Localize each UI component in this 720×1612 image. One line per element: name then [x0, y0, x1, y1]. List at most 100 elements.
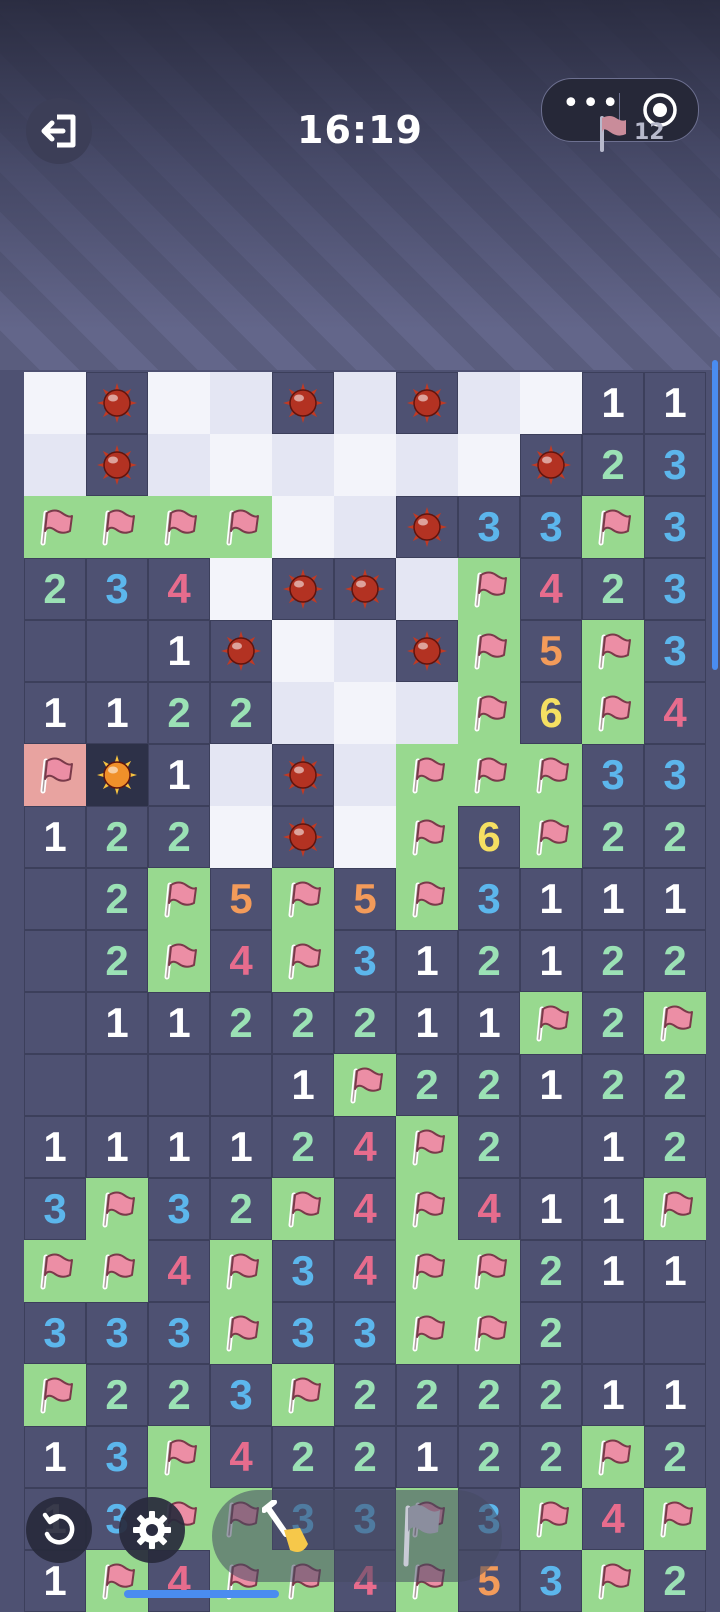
flag-cell[interactable] — [272, 1364, 334, 1426]
number-cell[interactable]: 6 — [520, 682, 582, 744]
number-cell[interactable]: 2 — [644, 1054, 706, 1116]
number-cell[interactable]: 3 — [86, 1302, 148, 1364]
exploded-mine-cell[interactable] — [86, 744, 148, 806]
number-cell[interactable]: 2 — [458, 1054, 520, 1116]
number-cell[interactable]: 1 — [24, 1116, 86, 1178]
flag-cell[interactable] — [582, 496, 644, 558]
number-cell[interactable]: 2 — [272, 1426, 334, 1488]
number-cell[interactable]: 4 — [210, 930, 272, 992]
covered-cell[interactable] — [148, 372, 210, 434]
number-cell[interactable]: 1 — [582, 868, 644, 930]
number-cell[interactable]: 1 — [148, 1116, 210, 1178]
number-cell[interactable]: 1 — [644, 372, 706, 434]
covered-cell[interactable] — [210, 806, 272, 868]
number-cell[interactable]: 2 — [210, 682, 272, 744]
flag-cell[interactable] — [458, 682, 520, 744]
flag-cell[interactable] — [458, 558, 520, 620]
number-cell[interactable]: 1 — [396, 1426, 458, 1488]
mine-cell[interactable] — [520, 434, 582, 496]
number-cell[interactable]: 1 — [644, 1240, 706, 1302]
number-cell[interactable]: 1 — [24, 682, 86, 744]
number-cell[interactable]: 2 — [520, 1240, 582, 1302]
flag-cell[interactable] — [520, 992, 582, 1054]
number-cell[interactable]: 4 — [644, 682, 706, 744]
number-cell[interactable]: 2 — [582, 930, 644, 992]
number-cell[interactable]: 3 — [644, 434, 706, 496]
covered-cell[interactable] — [148, 434, 210, 496]
mine-cell[interactable] — [396, 620, 458, 682]
covered-cell[interactable] — [520, 372, 582, 434]
flag-cell[interactable] — [396, 806, 458, 868]
flag-cell[interactable] — [272, 1178, 334, 1240]
covered-cell[interactable] — [334, 682, 396, 744]
number-cell[interactable]: 2 — [644, 1116, 706, 1178]
covered-cell[interactable] — [396, 558, 458, 620]
flag-cell[interactable] — [24, 1364, 86, 1426]
flag-cell[interactable] — [396, 1178, 458, 1240]
covered-cell[interactable] — [210, 744, 272, 806]
number-cell[interactable]: 3 — [272, 1240, 334, 1302]
number-cell[interactable]: 2 — [644, 806, 706, 868]
flag-cell[interactable] — [458, 1240, 520, 1302]
number-cell[interactable]: 1 — [24, 806, 86, 868]
number-cell[interactable]: 6 — [458, 806, 520, 868]
flag-cell[interactable] — [24, 496, 86, 558]
number-cell[interactable]: 1 — [644, 868, 706, 930]
number-cell[interactable]: 2 — [582, 434, 644, 496]
number-cell[interactable]: 2 — [582, 806, 644, 868]
number-cell[interactable]: 2 — [582, 992, 644, 1054]
covered-cell[interactable] — [458, 434, 520, 496]
number-cell[interactable]: 2 — [334, 992, 396, 1054]
number-cell[interactable]: 2 — [458, 1116, 520, 1178]
mine-cell[interactable] — [334, 558, 396, 620]
number-cell[interactable]: 4 — [520, 558, 582, 620]
flag-cell[interactable] — [458, 620, 520, 682]
empty-cell[interactable] — [582, 1302, 644, 1364]
number-cell[interactable]: 1 — [396, 930, 458, 992]
number-cell[interactable]: 1 — [396, 992, 458, 1054]
number-cell[interactable]: 3 — [86, 558, 148, 620]
number-cell[interactable]: 1 — [148, 992, 210, 1054]
number-cell[interactable]: 1 — [520, 868, 582, 930]
mine-cell[interactable] — [86, 372, 148, 434]
number-cell[interactable]: 3 — [644, 496, 706, 558]
number-cell[interactable]: 4 — [210, 1426, 272, 1488]
empty-cell[interactable] — [86, 620, 148, 682]
number-cell[interactable]: 3 — [644, 620, 706, 682]
covered-cell[interactable] — [272, 682, 334, 744]
number-cell[interactable]: 1 — [520, 1054, 582, 1116]
flag-cell[interactable] — [396, 1302, 458, 1364]
mine-cell[interactable] — [272, 744, 334, 806]
empty-cell[interactable] — [24, 930, 86, 992]
covered-cell[interactable] — [334, 620, 396, 682]
covered-cell[interactable] — [458, 372, 520, 434]
number-cell[interactable]: 1 — [582, 1240, 644, 1302]
number-cell[interactable]: 3 — [644, 558, 706, 620]
scrollbar[interactable] — [712, 360, 718, 670]
wrong-flag-cell[interactable] — [24, 744, 86, 806]
flag-cell[interactable] — [582, 1550, 644, 1612]
number-cell[interactable]: 3 — [24, 1302, 86, 1364]
covered-cell[interactable] — [210, 434, 272, 496]
flag-cell[interactable] — [396, 1240, 458, 1302]
number-cell[interactable]: 1 — [148, 744, 210, 806]
number-cell[interactable]: 1 — [86, 992, 148, 1054]
covered-cell[interactable] — [272, 496, 334, 558]
number-cell[interactable]: 2 — [644, 1426, 706, 1488]
flag-cell[interactable] — [396, 744, 458, 806]
flag-cell[interactable] — [582, 1426, 644, 1488]
number-cell[interactable]: 2 — [396, 1054, 458, 1116]
number-cell[interactable]: 3 — [148, 1302, 210, 1364]
mine-cell[interactable] — [86, 434, 148, 496]
number-cell[interactable]: 1 — [272, 1054, 334, 1116]
covered-cell[interactable] — [396, 434, 458, 496]
number-cell[interactable]: 3 — [334, 930, 396, 992]
flag-cell[interactable] — [272, 868, 334, 930]
number-cell[interactable]: 2 — [86, 1364, 148, 1426]
flag-cell[interactable] — [644, 992, 706, 1054]
number-cell[interactable]: 2 — [644, 1550, 706, 1612]
number-cell[interactable]: 3 — [210, 1364, 272, 1426]
number-cell[interactable]: 2 — [396, 1364, 458, 1426]
dig-tool-button[interactable] — [261, 1499, 318, 1570]
covered-cell[interactable] — [24, 372, 86, 434]
